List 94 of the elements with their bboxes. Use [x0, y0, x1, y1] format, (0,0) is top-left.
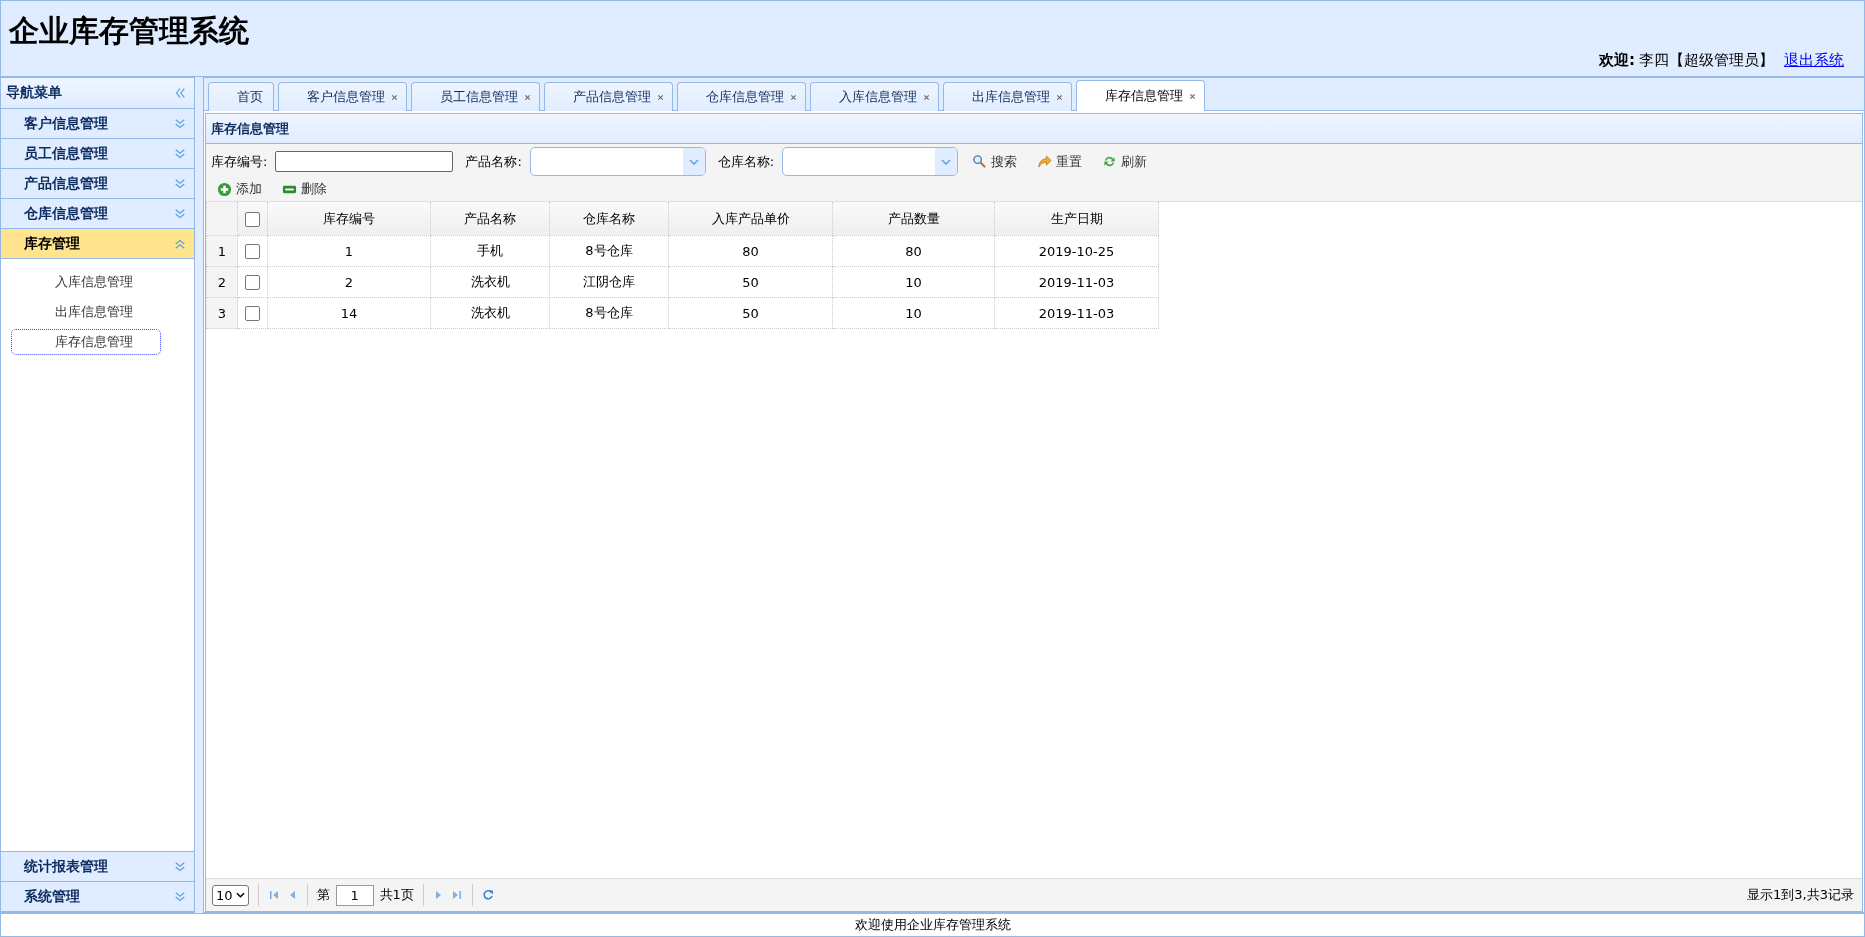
plus-icon	[217, 181, 232, 197]
add-button[interactable]: 添加	[211, 180, 268, 198]
nav-menu-title: 导航菜单	[6, 84, 62, 102]
table-cell: 2019-10-25	[994, 235, 1159, 267]
chevron-down-icon	[174, 890, 186, 903]
close-icon[interactable]	[1056, 93, 1063, 101]
close-icon[interactable]	[790, 93, 797, 101]
row-checkbox[interactable]	[245, 306, 260, 321]
column-header[interactable]: 库存编号	[267, 202, 431, 236]
tab[interactable]: 库存信息管理	[1076, 80, 1205, 111]
welcome-label: 欢迎:	[1599, 51, 1635, 70]
table-cell: 50	[668, 266, 833, 298]
record-summary: 显示1到3,共3记录	[1747, 886, 1854, 904]
table-cell: 2	[267, 266, 431, 298]
collapse-icon[interactable]	[174, 87, 186, 99]
field-label: 库存编号:	[211, 152, 268, 171]
chevron-down-icon	[174, 177, 186, 190]
close-icon[interactable]	[1189, 92, 1196, 100]
tab[interactable]: 入库信息管理	[810, 82, 939, 111]
tab[interactable]: 出库信息管理	[943, 82, 1072, 111]
reset-button[interactable]: 重置	[1031, 152, 1089, 171]
page-number-field[interactable]: 1	[335, 884, 374, 906]
column-header[interactable]: 产品数量	[832, 202, 995, 236]
row-checkbox[interactable]	[245, 275, 260, 290]
caret-icon	[941, 158, 952, 165]
refresh-icon[interactable]	[481, 889, 494, 901]
menu-section-header[interactable]: 系统管理	[1, 882, 194, 912]
chevron-up-icon	[174, 237, 186, 250]
field-label: 仓库名称:	[717, 152, 775, 171]
chevron-down-icon	[174, 147, 186, 160]
menu-section-header[interactable]: 仓库信息管理	[1, 199, 194, 229]
row-number-cell: 2	[206, 266, 238, 298]
table-cell: 80	[832, 235, 995, 267]
tab[interactable]: 员工信息管理	[411, 82, 540, 111]
chevron-down-icon	[174, 860, 186, 873]
tab[interactable]: 首页	[208, 82, 274, 111]
table-cell: 2019-11-03	[994, 266, 1159, 298]
footer-text: 欢迎使用企业库存管理系统	[854, 916, 1011, 934]
tab[interactable]: 客户信息管理	[278, 82, 407, 111]
menu-section-header[interactable]: 产品信息管理	[1, 169, 194, 199]
column-header[interactable]: 生产日期	[994, 202, 1159, 236]
caret-icon	[688, 158, 699, 165]
page-label: 第	[316, 886, 330, 904]
row-checkbox[interactable]	[245, 244, 260, 259]
table-cell: 洗衣机	[430, 266, 550, 298]
search-button[interactable]: 搜索	[966, 152, 1024, 171]
table-cell: 1	[267, 235, 431, 267]
row-number-cell: 3	[206, 297, 238, 329]
row-number-cell: 1	[206, 235, 238, 267]
delete-button[interactable]: 删除	[276, 180, 333, 198]
table-cell: 8号仓库	[549, 297, 669, 329]
tab[interactable]: 产品信息管理	[544, 82, 673, 111]
table-cell: 50	[668, 297, 833, 329]
table-cell: 2019-11-03	[994, 297, 1159, 329]
chevron-down-icon	[174, 117, 186, 130]
menu-section-header[interactable]: 库存管理	[1, 229, 194, 259]
column-header[interactable]: 产品名称	[430, 202, 550, 236]
table-cell: 14	[267, 297, 431, 329]
panel-title: 库存信息管理	[206, 114, 1862, 144]
refresh-icon	[1102, 154, 1118, 169]
menu-section-header[interactable]: 员工信息管理	[1, 139, 194, 169]
table-cell: 手机	[430, 235, 550, 267]
table-cell: 洗衣机	[430, 297, 550, 329]
app-title: 企业库存管理系统	[9, 12, 249, 50]
close-icon[interactable]	[391, 93, 398, 101]
table-cell: 10	[832, 297, 995, 329]
user-name: 李四【超级管理员】	[1639, 51, 1774, 70]
table-cell: 江阴仓库	[549, 266, 669, 298]
table-cell: 10	[832, 266, 995, 298]
menu-section-header[interactable]: 统计报表管理	[1, 852, 194, 882]
search-icon	[972, 154, 988, 169]
logout-link[interactable]: 退出系统	[1784, 51, 1844, 70]
close-icon[interactable]	[657, 93, 664, 101]
dropdown-field[interactable]	[529, 147, 706, 176]
table-cell: 8号仓库	[549, 235, 669, 267]
refresh-button[interactable]: 刷新	[1096, 152, 1154, 171]
input-field[interactable]	[275, 151, 454, 172]
column-header[interactable]: 入库产品单价	[668, 202, 833, 236]
menu-section-header[interactable]: 客户信息管理	[1, 109, 194, 139]
tab[interactable]: 仓库信息管理	[677, 82, 806, 111]
chevron-down-icon	[174, 207, 186, 220]
menu-item[interactable]: 出库信息管理	[11, 299, 161, 325]
column-header[interactable]: 仓库名称	[549, 202, 669, 236]
menu-item[interactable]: 入库信息管理	[11, 269, 161, 295]
field-label: 产品名称:	[465, 152, 522, 171]
curved-arrow-icon	[1037, 154, 1053, 169]
table-cell: 80	[668, 235, 833, 267]
select-all-checkbox[interactable]	[245, 211, 260, 227]
caret-icon	[235, 892, 245, 898]
close-icon[interactable]	[524, 93, 531, 101]
close-icon[interactable]	[923, 93, 930, 101]
page-size-select[interactable]: 10	[212, 884, 249, 906]
page-count-label: 共1页	[379, 886, 414, 904]
dropdown-field[interactable]	[782, 147, 959, 176]
